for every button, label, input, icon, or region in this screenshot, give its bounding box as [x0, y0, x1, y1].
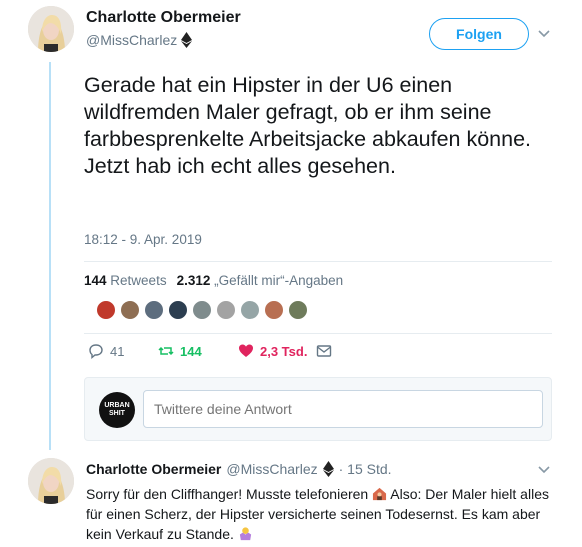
ethereum-icon: [181, 32, 193, 48]
liker-avatar[interactable]: [240, 300, 260, 320]
liker-avatar[interactable]: [120, 300, 140, 320]
reply-author-name[interactable]: Charlotte Obermeier: [86, 461, 221, 477]
direct-message-action[interactable]: [316, 343, 332, 359]
ethereum-icon: [322, 461, 334, 477]
retweets-stat[interactable]: 144 Retweets: [84, 273, 167, 288]
reply-text: Sorry für den Cliffhanger! Musste telefo…: [86, 486, 549, 542]
chevron-down-icon[interactable]: [538, 30, 550, 38]
tweet-timestamp[interactable]: 18:12 - 9. Apr. 2019: [84, 232, 202, 247]
author-avatar[interactable]: [28, 6, 74, 52]
tweet-actions: 41 144 2,3 Tsd.: [88, 343, 332, 359]
tweet-text: Gerade hat ein Hipster in der U6 einen w…: [84, 73, 532, 178]
divider: [84, 333, 552, 334]
retweet-action[interactable]: 144: [158, 343, 238, 359]
retweet-count: 144: [180, 343, 202, 359]
person-shrugging-icon: [239, 527, 251, 541]
reply-header: Charlotte Obermeier @MissCharlez · 15 St…: [86, 461, 392, 477]
retweet-icon: [158, 346, 174, 356]
likes-stat[interactable]: 2.312 „Gefällt mir“-Angaben: [177, 273, 344, 288]
liker-avatar[interactable]: [96, 300, 116, 320]
reply-author-avatar[interactable]: [28, 458, 74, 504]
thread-connector-line: [49, 62, 51, 450]
reply-input[interactable]: [143, 390, 543, 428]
liker-avatar[interactable]: [216, 300, 236, 320]
divider: [84, 261, 552, 262]
reply-age[interactable]: · 15 Std.: [339, 461, 392, 477]
author-handle-row: @MissCharlez: [86, 32, 193, 48]
reply-action[interactable]: 41: [88, 343, 158, 359]
author-name[interactable]: Charlotte Obermeier: [86, 9, 241, 27]
house-with-person-icon: [373, 487, 387, 501]
likers-avatar-row: [96, 300, 308, 320]
envelope-icon: [316, 345, 332, 357]
like-count: 2,3 Tsd.: [260, 343, 308, 359]
reply-composer: URBAN SHIT: [84, 377, 552, 441]
heart-icon: [239, 344, 253, 357]
tweet-stats: 144 Retweets 2.312 „Gefällt mir“-Angaben: [84, 273, 343, 288]
like-action[interactable]: 2,3 Tsd.: [238, 343, 316, 359]
liker-avatar[interactable]: [144, 300, 164, 320]
liker-avatar[interactable]: [264, 300, 284, 320]
follow-button[interactable]: Folgen: [429, 18, 529, 50]
chevron-down-icon[interactable]: [538, 466, 550, 474]
reply-icon: [89, 344, 103, 359]
author-handle[interactable]: @MissCharlez: [86, 32, 177, 48]
account-logo: URBAN SHIT: [99, 392, 135, 428]
liker-avatar[interactable]: [168, 300, 188, 320]
liker-avatar[interactable]: [288, 300, 308, 320]
liker-avatar[interactable]: [192, 300, 212, 320]
reply-count: 41: [110, 343, 125, 359]
reply-author-handle[interactable]: @MissCharlez: [226, 461, 317, 477]
